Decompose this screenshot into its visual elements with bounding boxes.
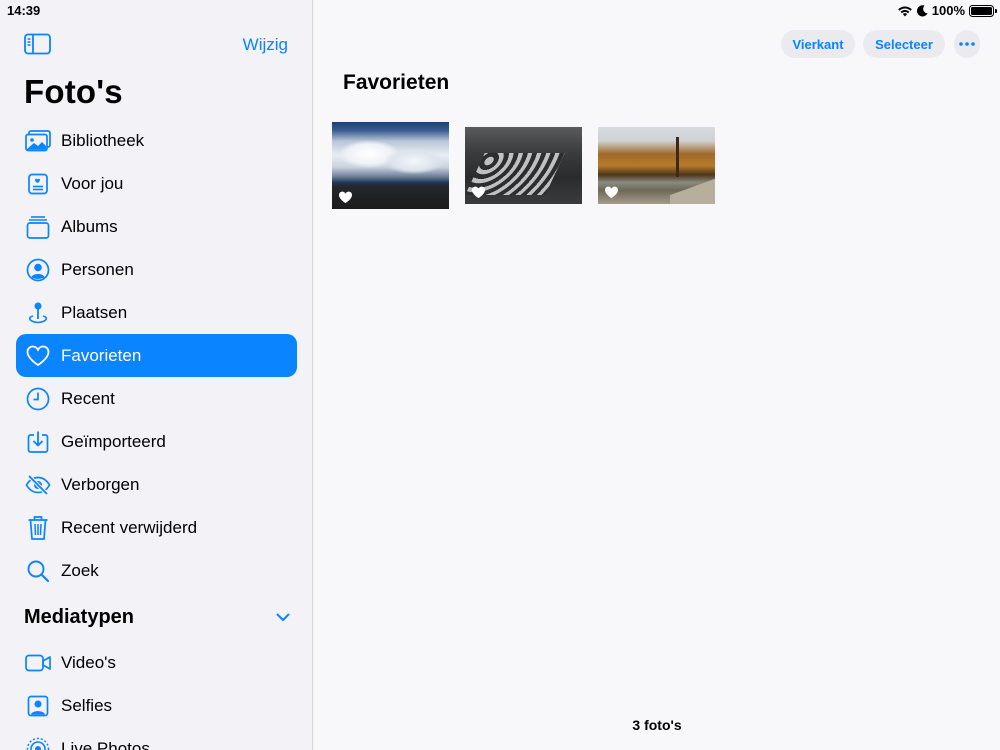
for-you-icon [24, 170, 52, 198]
photo-count: 3 foto's [632, 717, 682, 733]
battery-percentage: 100% [931, 3, 965, 18]
battery-icon [969, 4, 997, 17]
sidebar-item-label: Personen [61, 259, 134, 279]
sidebar-item-videos[interactable]: Video's [16, 641, 297, 684]
sidebar-item-places[interactable]: Plaatsen [16, 291, 297, 334]
status-indicators: 100% [897, 3, 997, 18]
sidebar-item-label: Geïmporteerd [61, 431, 166, 451]
sidebar-item-hidden[interactable]: Verborgen [16, 463, 297, 506]
ellipsis-icon [959, 42, 975, 46]
edit-button[interactable]: Wijzig [243, 35, 288, 55]
person-icon [24, 256, 52, 284]
sidebar-item-label: Live Photos [61, 738, 150, 750]
favorite-heart-icon [605, 186, 618, 199]
import-icon [24, 428, 52, 456]
sidebar-item-albums[interactable]: Albums [16, 205, 297, 248]
sidebar-toggle-icon[interactable] [24, 33, 51, 55]
section-title: Mediatypen [24, 605, 135, 628]
favorite-heart-icon [339, 191, 352, 204]
sidebar-item-imported[interactable]: Geïmporteerd [16, 420, 297, 463]
sidebar-title: Foto's [24, 73, 123, 110]
sidebar-item-recent[interactable]: Recent [16, 377, 297, 420]
sidebar-item-label: Voor jou [61, 173, 124, 193]
selfie-icon [24, 692, 52, 720]
status-bar: 14:39 100% [0, 0, 1000, 22]
sidebar-item-label: Favorieten [61, 345, 142, 365]
sidebar-item-label: Bibliotheek [61, 130, 145, 150]
sidebar-item-label: Albums [61, 216, 118, 236]
search-icon [24, 557, 52, 585]
eye-slash-icon [24, 471, 52, 499]
clock-icon [24, 385, 52, 413]
sidebar-item-live-photos[interactable]: Live Photos [16, 727, 297, 750]
live-photo-icon [24, 735, 52, 750]
map-pin-icon [24, 299, 52, 327]
sidebar: Wijzig Foto's Bibliotheek Voor jou Album… [0, 0, 313, 750]
sidebar-item-label: Recent verwijderd [61, 517, 198, 537]
albums-icon [24, 213, 52, 241]
sidebar-item-label: Video's [61, 652, 116, 672]
media-types-nav: Video's Selfies Live Photos [16, 641, 297, 750]
status-time: 14:39 [7, 3, 41, 18]
sidebar-item-for-you[interactable]: Voor jou [16, 162, 297, 205]
chevron-down-icon[interactable] [276, 613, 290, 622]
square-toggle-button[interactable]: Vierkant [781, 30, 855, 58]
wifi-icon [897, 6, 912, 16]
sidebar-item-label: Selfies [61, 695, 113, 715]
video-icon [24, 649, 52, 677]
photo-thumbnail-autumn-lake[interactable] [598, 127, 715, 204]
library-icon [24, 127, 52, 155]
media-types-header[interactable]: Mediatypen [24, 602, 290, 632]
sidebar-nav: Bibliotheek Voor jou Albums Personen Pla… [16, 119, 297, 592]
photo-thumbnail-typewriter[interactable] [465, 127, 582, 204]
sidebar-item-library[interactable]: Bibliotheek [16, 119, 297, 162]
sidebar-item-search[interactable]: Zoek [16, 549, 297, 592]
sidebar-item-selfies[interactable]: Selfies [16, 684, 297, 727]
page-title: Favorieten [343, 71, 450, 94]
select-button[interactable]: Selecteer [863, 30, 945, 58]
heart-icon [24, 342, 52, 370]
sidebar-item-label: Recent [61, 388, 115, 408]
trash-icon [24, 514, 52, 542]
sidebar-item-label: Plaatsen [61, 302, 128, 322]
sidebar-item-label: Verborgen [61, 474, 140, 494]
main-content: Vierkant Selecteer Favorieten 3 foto's [314, 0, 1000, 750]
sidebar-item-recently-deleted[interactable]: Recent verwijderd [16, 506, 297, 549]
favorite-heart-icon [472, 186, 485, 199]
more-button[interactable] [954, 30, 980, 58]
sidebar-item-label: Zoek [61, 560, 99, 580]
photo-thumbnail-sky[interactable] [332, 122, 449, 209]
sidebar-item-people[interactable]: Personen [16, 248, 297, 291]
moon-icon [916, 4, 928, 16]
sidebar-item-favorites[interactable]: Favorieten [16, 334, 297, 377]
